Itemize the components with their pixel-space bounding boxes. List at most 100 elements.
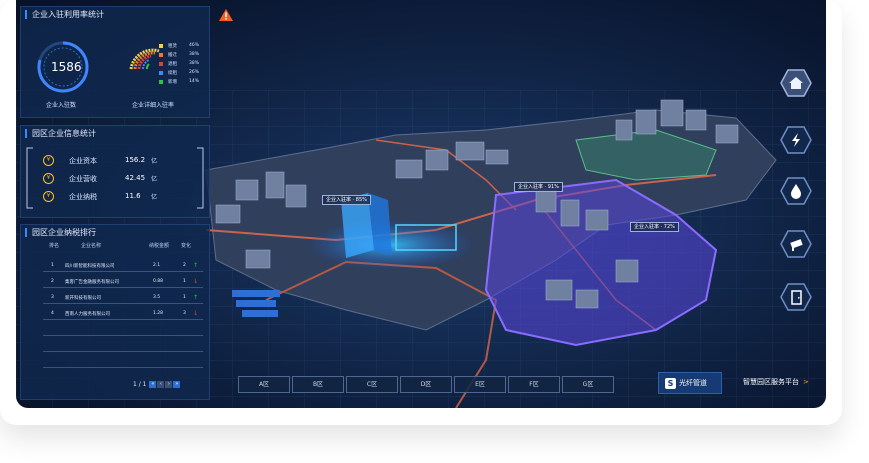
- cell-rank: 4: [51, 311, 54, 316]
- fiber-logo-icon: S: [665, 377, 676, 389]
- legend-swatch: [159, 79, 163, 84]
- fiber-pipeline-button[interactable]: S 光纤管道: [658, 372, 722, 394]
- map-label-occupancy-3[interactable]: 企业入驻率 · 72%: [630, 222, 679, 232]
- home-icon[interactable]: [780, 69, 812, 97]
- legend-pct: 14%: [189, 79, 200, 84]
- fiber-label: 光纤管道: [679, 379, 707, 387]
- zone-tab-a[interactable]: A区: [238, 376, 290, 393]
- legend-name: 续租: [168, 71, 177, 76]
- prev-page-button[interactable]: ‹: [157, 381, 165, 388]
- info-value: 42.45: [125, 174, 146, 182]
- column-header-rank: 排名: [49, 243, 60, 249]
- info-label: 企业纳税: [69, 193, 97, 201]
- legend-item: 退租 38%: [159, 61, 199, 67]
- panel-title-info: 园区企业信息统计: [25, 129, 96, 138]
- legend-item: 新增 14%: [159, 79, 199, 85]
- service-platform-link[interactable]: 智慧园区服务平台 >: [743, 377, 809, 387]
- zone-tab-c[interactable]: C区: [346, 376, 398, 393]
- trend-up-icon: ↑: [193, 294, 199, 301]
- info-unit: 亿: [151, 194, 158, 201]
- device-frame: 企业入驻率 · 85% 企业入驻率 · 91% 企业入驻率 · 72% 企业入驻…: [0, 0, 842, 425]
- enterprise-info-panel: 园区企业信息统计 ¥ 企业资本 156.2 亿 ¥ 企业营收 42.45 亿 ¥…: [20, 125, 210, 218]
- platform-label: 智慧园区服务平台: [743, 378, 799, 386]
- cell-name: 集客广告金融服务有限公司: [65, 280, 119, 285]
- legend-pct: 38%: [189, 61, 200, 66]
- legend-name: 搬迁: [168, 53, 177, 58]
- lightning-icon[interactable]: [780, 126, 812, 154]
- tax-ranking-panel: 园区企业纳税排行 排名 企业名称 纳税金额 变化 1 四川新智能科技有限公司 2…: [20, 224, 210, 400]
- legend-swatch: [159, 70, 163, 75]
- cell-amount: 1.28: [153, 311, 164, 316]
- camera-icon[interactable]: [780, 230, 812, 258]
- zone-tab-d[interactable]: D区: [400, 376, 452, 393]
- map-label-occupancy-2[interactable]: 企业入驻率 · 91%: [514, 182, 563, 192]
- occupancy-rate-label: 企业详细入驻率: [132, 102, 175, 109]
- enterprise-usage-panel: 企业入驻利用率统计 1586 企业入驻数 租赁 46% 搬迁 38% 退租 38% 续…: [20, 6, 210, 118]
- cell-amount: 0.88: [153, 279, 164, 284]
- map-label-occupancy-1[interactable]: 企业入驻率 · 85%: [322, 195, 371, 205]
- table-row[interactable]: 4 西南人力服务有限公司 1.28 3 ↓: [43, 309, 203, 320]
- chevron-right-icon: >: [803, 378, 809, 386]
- legend-item: 续租 26%: [159, 70, 199, 76]
- water-drop-icon[interactable]: [780, 177, 812, 205]
- column-header-change: 变化: [181, 243, 192, 249]
- info-value: 11.6: [125, 192, 141, 200]
- legend-swatch: [159, 43, 163, 48]
- legend-name: 新增: [168, 80, 177, 85]
- coin-icon: ¥: [43, 191, 54, 202]
- zone-tab-g[interactable]: G区: [562, 376, 614, 393]
- empty-row-divider: [43, 351, 203, 352]
- zone-tab-b[interactable]: B区: [292, 376, 344, 393]
- occupancy-count-value: 1586: [51, 60, 82, 74]
- info-value: 156.2: [125, 156, 146, 164]
- warning-icon[interactable]: [219, 9, 233, 21]
- cell-rank: 3: [51, 295, 54, 300]
- last-page-button[interactable]: »: [173, 381, 181, 388]
- cell-change: 1: [183, 295, 186, 300]
- door-icon[interactable]: [780, 283, 812, 311]
- trend-up-icon: ↑: [193, 262, 199, 269]
- page-indicator: 1 / 1: [133, 381, 147, 388]
- cell-change: 1: [183, 279, 186, 284]
- legend-item: 搬迁 38%: [159, 52, 199, 58]
- trend-down-icon: ↓: [193, 278, 199, 285]
- table-row[interactable]: 2 集客广告金融服务有限公司 0.88 1 ↓: [43, 277, 203, 288]
- info-label: 企业资本: [69, 157, 97, 165]
- cell-change: 2: [183, 263, 186, 268]
- coin-icon: ¥: [43, 155, 54, 166]
- legend-pct: 26%: [189, 70, 200, 75]
- legend-swatch: [159, 52, 163, 57]
- cell-change: 3: [183, 311, 186, 316]
- table-row[interactable]: 1 四川新智能科技有限公司 2.1 2 ↑: [43, 261, 203, 272]
- cell-rank: 1: [51, 263, 54, 268]
- info-unit: 亿: [151, 176, 158, 183]
- cell-amount: 3.5: [153, 295, 161, 300]
- column-header-name: 企业名称: [81, 243, 102, 249]
- empty-row-divider: [43, 367, 203, 368]
- panel-title-usage: 企业入驻利用率统计: [25, 10, 104, 19]
- first-page-button[interactable]: «: [149, 381, 157, 388]
- trend-down-icon: ↓: [193, 310, 199, 317]
- next-page-button[interactable]: ›: [165, 381, 173, 388]
- dashboard-screen: 企业入驻率 · 85% 企业入驻率 · 91% 企业入驻率 · 72% 企业入驻…: [16, 0, 826, 408]
- legend-name: 租赁: [168, 44, 177, 49]
- cell-name: 四川新智能科技有限公司: [65, 264, 115, 269]
- table-row[interactable]: 3 新开科技有限公司 3.5 1 ↑: [43, 293, 203, 304]
- info-unit: 亿: [151, 158, 158, 165]
- legend-swatch: [159, 61, 163, 66]
- cell-amount: 2.1: [153, 263, 161, 268]
- cell-name: 西南人力服务有限公司: [65, 312, 110, 317]
- panel-title-ranking: 园区企业纳税排行: [25, 228, 96, 237]
- empty-row-divider: [43, 335, 203, 336]
- legend-pct: 38%: [189, 52, 200, 57]
- occupancy-count-label: 企业入驻数: [46, 102, 77, 109]
- cell-rank: 2: [51, 279, 54, 284]
- coin-icon: ¥: [43, 173, 54, 184]
- legend-pct: 46%: [189, 43, 200, 48]
- cell-name: 新开科技有限公司: [65, 296, 101, 301]
- zone-tab-e[interactable]: E区: [454, 376, 506, 393]
- legend-item: 租赁 46%: [159, 43, 199, 49]
- legend-name: 退租: [168, 62, 177, 67]
- zone-tab-f[interactable]: F区: [508, 376, 560, 393]
- pagination: 1 / 1 «‹ ›»: [133, 381, 181, 388]
